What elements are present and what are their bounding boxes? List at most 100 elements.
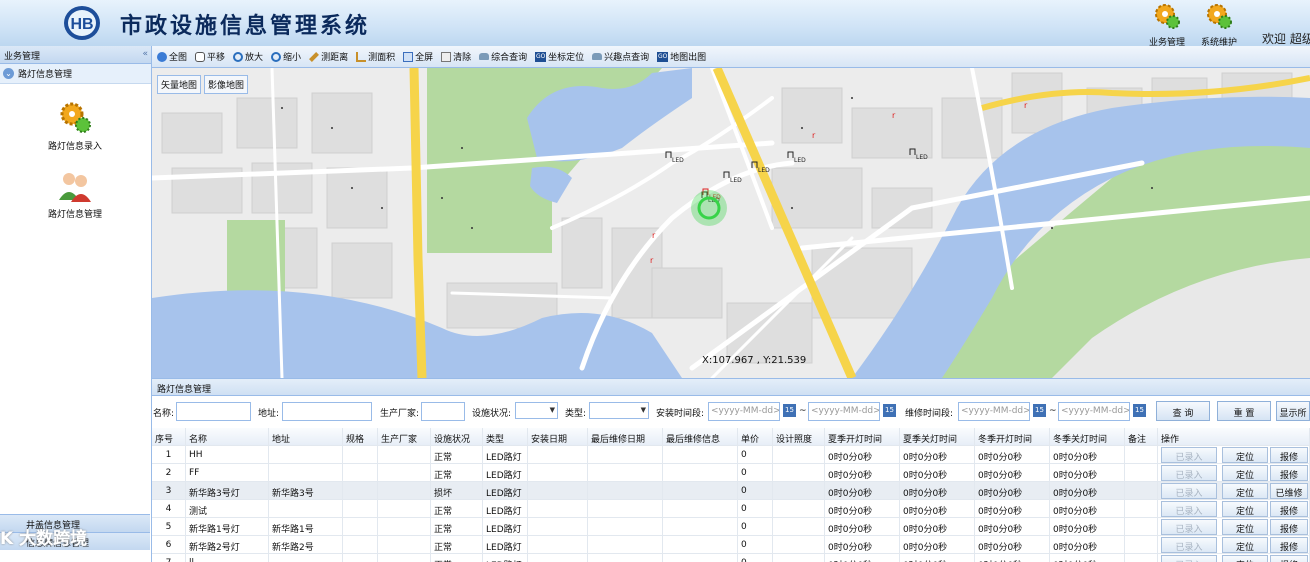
calendar-icon[interactable]: 15 [1133,404,1146,417]
table-cell [378,536,431,554]
col-header: 安装日期 [528,428,588,446]
table-cell [773,482,825,500]
table-cell [663,536,738,554]
system-maintenance-button[interactable]: 系统维护 [1194,2,1244,46]
zoom-out-icon [271,51,282,62]
tool-zoom-out[interactable]: 缩小 [271,50,301,63]
entered-button[interactable]: 已录入 [1161,537,1217,553]
table-cell [378,446,431,464]
query-button[interactable]: 查 询 [1156,401,1210,421]
table-cell [773,518,825,536]
repair-button[interactable]: 报修 [1270,465,1308,481]
calendar-icon[interactable]: 15 [783,404,796,417]
tool-clear[interactable]: 清除 [441,50,471,63]
locate-button[interactable]: 定位 [1222,501,1268,517]
col-header: 最后维修日期 [588,428,663,446]
entered-button[interactable]: 已录入 [1161,447,1217,463]
locate-button[interactable]: 定位 [1222,483,1268,499]
tool-measure-distance[interactable]: 测距离 [309,50,348,63]
col-header: 名称 [186,428,269,446]
hand-icon [195,51,206,62]
tool-map-export[interactable]: GO 地图出图 [657,50,706,63]
table-cell: FF [186,464,269,482]
tool-pan[interactable]: 平移 [195,50,225,63]
table-row[interactable]: 4 测试 正常 LED路灯 0 0时0分0秒 0时0分0秒 0时0分0秒 0时0分0秒 已录入 定位… [152,500,1310,518]
show-all-button[interactable]: 显示所 [1276,401,1310,421]
chevron-down-icon: ⌄ [3,68,14,79]
table-cell [588,446,663,464]
table-cell [1125,482,1158,500]
sidebar-section-streetlight[interactable]: ⌄ 路灯信息管理 [0,64,151,84]
table-cell: 5 [152,518,186,536]
tool-label: 测距离 [321,53,349,63]
tool-poi-query[interactable]: 兴趣点查询 [592,50,649,63]
table-row[interactable]: 2 FF 正常 LED路灯 0 0时0分0秒 0时0分0秒 0时0分0秒 0时0分0秒 已录入 定位… [152,464,1310,482]
table-row[interactable]: 5 新华路1号灯 新华路1号 正常 LED路灯 0 0时0分0秒 0时0分0秒 0时0分0秒 0时… [152,518,1310,536]
entered-button[interactable]: 已录入 [1161,501,1217,517]
repair-button[interactable]: 报修 [1270,519,1308,535]
locate-button[interactable]: 定位 [1222,519,1268,535]
table-cell: 新华路2号 [269,536,343,554]
table-cell: 0 [738,446,773,464]
repair-button[interactable]: 报修 [1270,555,1308,562]
tool-measure-area[interactable]: 测面积 [356,50,395,63]
table-cell: 0时0分0秒 [1050,500,1125,518]
tool-zoom-in[interactable]: 放大 [233,50,263,63]
tool-combined-query[interactable]: 综合查询 [479,50,527,63]
business-management-button[interactable]: 业务管理 [1142,2,1192,46]
calendar-icon[interactable]: 15 [883,404,896,417]
entered-button[interactable]: 已录入 [1161,519,1217,535]
ruler-icon [309,51,320,62]
repair-button[interactable]: 报修 [1270,447,1308,463]
sidebar-item-light-management[interactable]: 路灯信息管理 [0,168,150,220]
name-input[interactable] [176,402,251,421]
tab-satellite-map[interactable]: 影像地图 [204,75,249,94]
table-cell [663,482,738,500]
table-cell [528,500,588,518]
repair-button[interactable]: 报修 [1270,537,1308,553]
table-row[interactable]: 6 新华路2号灯 新华路2号 正常 LED路灯 0 0时0分0秒 0时0分0秒 0时0分0秒 0时… [152,536,1310,554]
map-canvas[interactable]: LED LED LED LED LED LED LED rrrrr [152,68,1310,378]
locate-button[interactable]: 定位 [1222,447,1268,463]
panel-title: 路灯信息管理 [152,378,1310,396]
repair-button[interactable]: 报修 [1270,501,1308,517]
install-end-date-input[interactable]: <yyyy-MM-dd> [808,402,880,421]
repair-end-date-input[interactable]: <yyyy-MM-dd> [1058,402,1130,421]
tab-vector-map[interactable]: 矢量地图 [157,75,202,94]
tool-coordinate-locate[interactable]: GO 坐标定位 [535,50,584,63]
table-row[interactable]: 7ll正常LED路灯00时0分0秒0时0分0秒0时0分0秒0时0分0秒已录入定位… [152,554,1310,562]
col-header: 序号 [152,428,186,446]
table-cell: LED路灯 [483,500,528,518]
double-chevron-left-icon[interactable]: « [142,49,148,59]
locate-button[interactable]: 定位 [1222,537,1268,553]
table-cell [269,554,343,562]
calendar-icon[interactable]: 15 [1033,404,1046,417]
table-cell: 0时0分0秒 [1050,536,1125,554]
go-icon: GO [657,51,669,62]
manufacturer-input[interactable] [421,402,465,421]
table-cell: HH [186,446,269,464]
tool-full-map[interactable]: 全图 [157,50,187,63]
map-view[interactable]: LED LED LED LED LED LED LED rrrrr 矢量地图 影… [152,68,1310,378]
entered-button[interactable]: 已录入 [1161,483,1217,499]
entered-button[interactable]: 已录入 [1161,465,1217,481]
install-start-date-input[interactable]: <yyyy-MM-dd> [708,402,780,421]
sidebar-item-light-entry[interactable]: 路灯信息录入 [0,100,150,152]
locate-button[interactable]: 定位 [1222,555,1268,562]
repair-button[interactable]: 已维修 [1270,483,1308,499]
entered-button[interactable]: 已录入 [1161,555,1217,562]
status-select[interactable] [515,402,558,419]
users-icon [59,173,91,202]
tool-fullscreen[interactable]: 全屏 [403,50,433,63]
locate-button[interactable]: 定位 [1222,465,1268,481]
repair-start-date-input[interactable]: <yyyy-MM-dd> [958,402,1030,421]
table-row[interactable]: 3 新华路3号灯 新华路3号 损坏 LED路灯 0 0时0分0秒 0时0分0秒 0时0分0秒 0时… [152,482,1310,500]
table-cell: LED路灯 [483,446,528,464]
address-input[interactable] [282,402,372,421]
reset-button[interactable]: 重 置 [1217,401,1271,421]
table-cell: 0时0分0秒 [1050,464,1125,482]
type-select[interactable] [589,402,649,419]
table-cell: 7 [152,554,186,562]
table-row[interactable]: 1 HH 正常 LED路灯 0 0时0分0秒 0时0分0秒 0时0分0秒 0时0分0秒 已录入 定位… [152,446,1310,464]
table-cell [588,464,663,482]
